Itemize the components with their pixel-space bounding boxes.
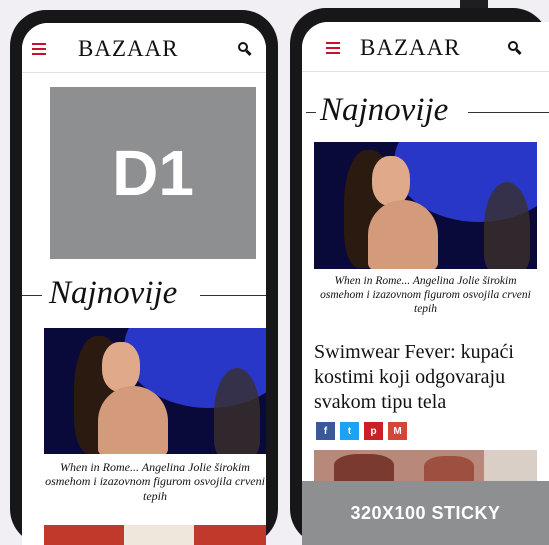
article-image[interactable]	[44, 328, 266, 454]
phone-left: BAZAAR D1 Najnovije When in Rome... Ange…	[10, 10, 278, 545]
facebook-icon[interactable]: f	[316, 422, 335, 440]
article-caption[interactable]: When in Rome... Angelina Jolie širokim o…	[314, 275, 537, 316]
phone-left-screen: BAZAAR D1 Najnovije When in Rome... Ange…	[22, 23, 266, 545]
site-header: BAZAAR	[22, 23, 266, 73]
search-icon[interactable]	[238, 42, 252, 57]
phone-right: BAZAAR Najnovije When in Rome... Angelin…	[290, 8, 549, 545]
section-heading: Najnovije	[302, 92, 549, 132]
twitter-icon[interactable]: t	[340, 422, 359, 440]
share-buttons: f t p M	[316, 422, 407, 440]
site-logo[interactable]: BAZAAR	[360, 35, 461, 61]
next-article-image[interactable]	[314, 450, 537, 482]
section-title: Najnovije	[320, 92, 449, 128]
next-article-image[interactable]	[44, 525, 266, 545]
phone-right-screen: BAZAAR Najnovije When in Rome... Angelin…	[302, 22, 549, 545]
pinterest-icon[interactable]: p	[364, 422, 383, 440]
ad-placeholder-d1[interactable]: D1	[50, 87, 256, 259]
gmail-icon[interactable]: M	[388, 422, 407, 440]
article-headline[interactable]: Swimwear Fever: kupaći kostimi koji odgo…	[314, 340, 542, 415]
section-heading: Najnovije	[22, 275, 266, 315]
section-title: Najnovije	[49, 275, 178, 311]
hamburger-menu-icon[interactable]	[32, 43, 46, 55]
article-image[interactable]	[314, 142, 537, 269]
hamburger-menu-icon[interactable]	[326, 42, 340, 54]
sticky-ad-placeholder[interactable]: 320X100 STICKY	[302, 481, 549, 545]
article-caption[interactable]: When in Rome... Angelina Jolie širokim o…	[44, 460, 266, 503]
search-icon[interactable]	[508, 41, 522, 56]
site-header: BAZAAR	[302, 22, 549, 72]
site-logo[interactable]: BAZAAR	[78, 36, 179, 62]
